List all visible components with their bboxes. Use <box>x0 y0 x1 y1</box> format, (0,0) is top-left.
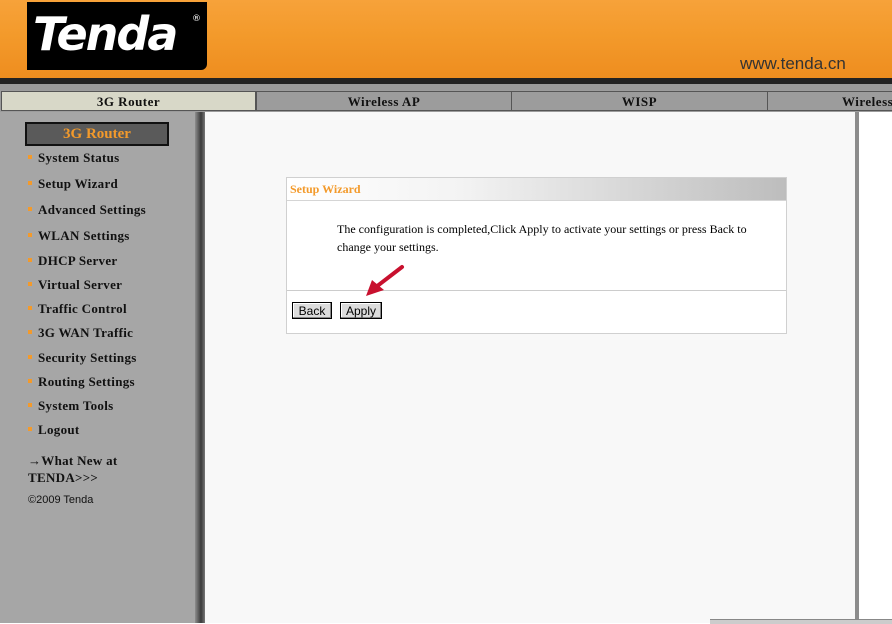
right-frame <box>859 112 892 623</box>
horizontal-scrollbar[interactable] <box>710 619 892 624</box>
registered-mark: ® <box>192 14 201 24</box>
bullet-icon <box>28 427 32 431</box>
bullet-icon <box>28 403 32 407</box>
setup-wizard-panel: Setup Wizard The configuration is comple… <box>286 177 787 334</box>
header: Tenda ® www.tenda.cn <box>0 0 892 78</box>
sidebar-item-label: System Tools <box>38 398 114 413</box>
whats-new-link[interactable]: →What New at TENDA>>> <box>28 452 178 486</box>
sidebar-item-system-status[interactable]: System Status <box>28 150 146 176</box>
sidebar-item-label: Security Settings <box>38 350 137 365</box>
top-tab-bar: 3G Router Wireless AP WISP Wireless <box>0 90 892 112</box>
sidebar-item-label: Traffic Control <box>38 301 127 316</box>
sidebar-item-virtual-server[interactable]: Virtual Server <box>28 277 146 301</box>
sidebar-item-label: WLAN Settings <box>38 228 130 243</box>
sidebar-item-label: Routing Settings <box>38 374 135 389</box>
sidebar: 3G Router System Status Setup Wizard Adv… <box>0 112 195 623</box>
sidebar-item-system-tools[interactable]: System Tools <box>28 398 146 422</box>
bullet-icon <box>28 355 32 359</box>
sidebar-item-label: DHCP Server <box>38 253 118 268</box>
site-url: www.tenda.cn <box>740 54 846 73</box>
sidebar-item-logout[interactable]: Logout <box>28 422 146 446</box>
sidebar-item-label: Advanced Settings <box>38 202 147 217</box>
bullet-icon <box>28 379 32 383</box>
sidebar-item-wlan-settings[interactable]: WLAN Settings <box>28 228 146 253</box>
sidebar-item-label: 3G WAN Traffic <box>38 325 134 340</box>
bullet-icon <box>28 207 32 211</box>
apply-button[interactable]: Apply <box>340 302 382 319</box>
sidebar-title: 3G Router <box>25 122 169 146</box>
sidebar-item-routing-settings[interactable]: Routing Settings <box>28 374 146 398</box>
sidebar-item-label: System Status <box>38 150 120 165</box>
tab-wisp[interactable]: WISP <box>511 91 768 111</box>
copyright-text: ©2009 Tenda <box>28 494 94 506</box>
tenda-logo: Tenda ® <box>27 2 207 70</box>
sidebar-menu: System Status Setup Wizard Advanced Sett… <box>28 150 146 446</box>
wizard-message: The configuration is completed,Click App… <box>337 222 747 254</box>
sidebar-item-traffic-control[interactable]: Traffic Control <box>28 301 146 325</box>
tab-wireless-ap[interactable]: Wireless AP <box>256 91 512 111</box>
bullet-icon <box>28 306 32 310</box>
back-button[interactable]: Back <box>292 302 332 319</box>
bullet-icon <box>28 282 32 286</box>
sidebar-item-label: Setup Wizard <box>38 176 119 191</box>
tab-wireless[interactable]: Wireless <box>767 91 892 111</box>
logo-text: Tenda <box>33 7 178 61</box>
sidebar-item-label: Logout <box>38 422 80 437</box>
sidebar-item-security-settings[interactable]: Security Settings <box>28 350 146 374</box>
sidebar-item-setup-wizard[interactable]: Setup Wizard <box>28 176 146 202</box>
sidebar-item-advanced-settings[interactable]: Advanced Settings <box>28 202 146 228</box>
sidebar-item-dhcp-server[interactable]: DHCP Server <box>28 253 146 277</box>
wizard-header: Setup Wizard <box>287 178 786 201</box>
bullet-icon <box>28 258 32 262</box>
bullet-icon <box>28 181 32 185</box>
sidebar-item-3g-wan-traffic[interactable]: 3G WAN Traffic <box>28 325 146 350</box>
sidebar-item-label: Virtual Server <box>38 277 123 292</box>
main-content: Setup Wizard The configuration is comple… <box>205 112 855 623</box>
bullet-icon <box>28 233 32 237</box>
red-arrow-icon <box>366 265 404 296</box>
bullet-icon <box>28 330 32 334</box>
tab-3g-router[interactable]: 3G Router <box>1 91 256 111</box>
wizard-title: Setup Wizard <box>290 182 361 196</box>
bullet-icon <box>28 155 32 159</box>
sidebar-divider <box>195 112 205 623</box>
